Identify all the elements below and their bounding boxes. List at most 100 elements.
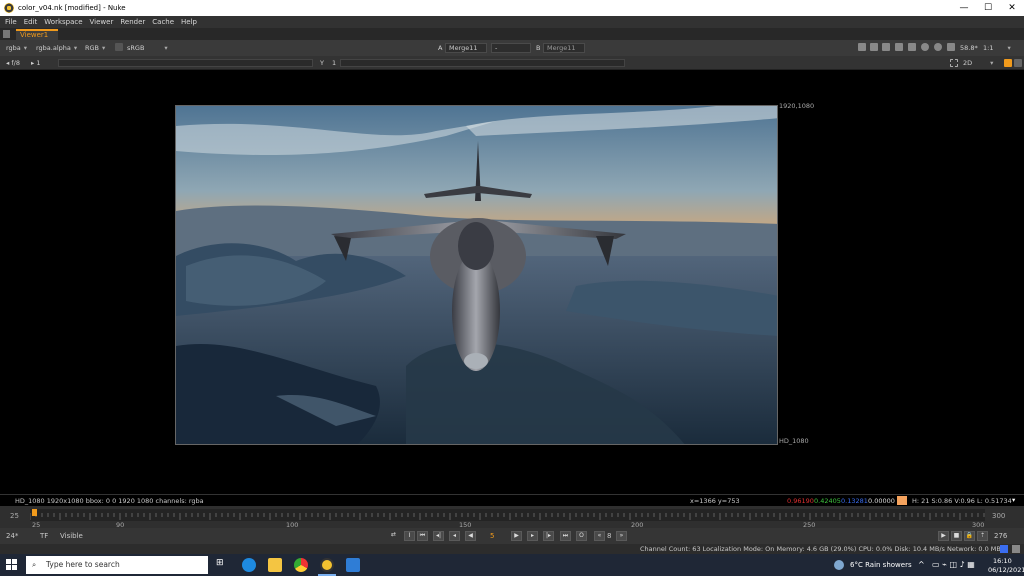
taskbar-search-box[interactable]: ⌕ Type here to search: [26, 556, 208, 574]
menu-edit[interactable]: Edit: [24, 18, 38, 26]
refresh-icon[interactable]: [921, 43, 929, 51]
menu-help[interactable]: Help: [181, 18, 197, 26]
tf-dropdown[interactable]: TF: [40, 532, 48, 540]
timeline: 25 25 90 100 150 200 250 300 300: [0, 506, 1024, 529]
tray-icons[interactable]: ▭ ⌁ ◫ ♪ ▦: [932, 560, 975, 569]
next-keyframe-button[interactable]: |▸: [543, 531, 554, 541]
in-point-button[interactable]: I: [404, 531, 415, 541]
visible-dropdown[interactable]: Visible: [60, 532, 83, 540]
edge-icon[interactable]: [242, 558, 256, 572]
pixel-color-swatch: [897, 496, 907, 505]
format-bottom-label: HD_1080: [779, 437, 809, 445]
skip-forward-button[interactable]: »: [616, 531, 627, 541]
lut-dropdown[interactable]: sRGB ▾: [127, 43, 168, 53]
cursor-coordinates: x=1366 y=753: [690, 497, 740, 505]
menu-bar: File Edit Workspace Viewer Render Cache …: [0, 16, 1024, 28]
timeline-scrubber[interactable]: [30, 509, 985, 521]
loop-mode-icon[interactable]: ⇄: [388, 531, 399, 541]
y-label: Y: [320, 59, 324, 67]
playhead-marker[interactable]: [32, 509, 37, 516]
last-frame-button[interactable]: ⏭: [560, 531, 571, 541]
paint-icon[interactable]: [1004, 59, 1012, 67]
viewer-playback-icon[interactable]: ▶: [938, 531, 949, 541]
skip-back-button[interactable]: «: [594, 531, 605, 541]
channels-dropdown[interactable]: rgba ▾: [6, 43, 27, 53]
gamma-slider[interactable]: [340, 59, 625, 67]
pixel-red-value: 0.96190: [787, 497, 814, 505]
frame-increment-field[interactable]: 8: [607, 532, 611, 540]
maximize-button[interactable]: ☐: [976, 0, 1000, 16]
roi-icon[interactable]: [858, 43, 866, 51]
fstop-control[interactable]: ◂ f/8: [6, 58, 20, 68]
prev-keyframe-button[interactable]: ◂|: [433, 531, 444, 541]
expand-icon[interactable]: [1014, 59, 1022, 67]
end-frame-field[interactable]: 276: [994, 532, 1007, 540]
b-input-dropdown[interactable]: Merge11: [543, 43, 585, 53]
timeline-in-point[interactable]: 25: [10, 512, 19, 520]
minimize-button[interactable]: —: [952, 0, 976, 16]
gain-slider[interactable]: [58, 59, 313, 67]
close-button[interactable]: ✕: [1000, 0, 1024, 16]
a-input-dropdown[interactable]: Merge11: [445, 43, 487, 53]
sync-icon[interactable]: ⇡: [977, 531, 988, 541]
wipe-icon[interactable]: [895, 43, 903, 51]
viewer-toolbar-bottom: ◂ f/8 ▸ 1 Y 1 2D ▾: [0, 56, 1024, 70]
windows-taskbar: ⌕ Type here to search ⊞ 6°C Rain showers…: [0, 554, 1024, 576]
a-input-label: A: [438, 44, 443, 52]
next-frame-button[interactable]: ▸: [527, 531, 538, 541]
menu-viewer[interactable]: Viewer: [90, 18, 114, 26]
alpha-dropdown[interactable]: rgba.alpha ▾: [36, 43, 77, 53]
guides-icon[interactable]: [870, 43, 878, 51]
clock-time[interactable]: 16:10: [993, 557, 1012, 565]
mask-icon[interactable]: [882, 43, 890, 51]
weather-text[interactable]: 6°C Rain showers: [850, 561, 912, 569]
roi-select-icon[interactable]: [950, 59, 958, 67]
file-explorer-icon[interactable]: [268, 558, 282, 572]
display-dropdown[interactable]: RGB ▾: [85, 43, 105, 53]
frame-control[interactable]: ▸ 1: [31, 58, 40, 68]
jet-over-clouds-image: [176, 106, 777, 444]
play-backward-button[interactable]: ◀: [465, 531, 476, 541]
search-placeholder: Type here to search: [46, 560, 120, 569]
status-menu-icon[interactable]: [1012, 545, 1020, 553]
menu-render[interactable]: Render: [120, 18, 145, 26]
prev-frame-button[interactable]: ◂: [449, 531, 460, 541]
timeline-out-point[interactable]: 300: [992, 512, 1005, 520]
compare-op-dropdown[interactable]: -: [491, 43, 531, 53]
app-taskbar-icon[interactable]: [346, 558, 360, 572]
viewer-toolbar-top: rgba ▾ rgba.alpha ▾ RGB ▾ sRGB ▾ A Merge11 -…: [0, 40, 1024, 56]
lut-icon: [115, 43, 123, 51]
format-info: HD_1080 1920x1080 bbox: 0 0 1920 1080 ch…: [15, 497, 204, 505]
viewer-mode-dropdown[interactable]: 2D ▾: [963, 58, 993, 68]
out-point-button[interactable]: O: [576, 531, 587, 541]
pause-icon[interactable]: [947, 43, 955, 51]
first-frame-button[interactable]: ⏮: [417, 531, 428, 541]
info-expand-icon[interactable]: ▾: [1012, 496, 1015, 504]
tab-viewer1[interactable]: Viewer1: [16, 29, 58, 40]
pane-menu-icon[interactable]: [3, 30, 10, 38]
status-indicator-icon: [1000, 545, 1008, 553]
gamma-value[interactable]: 1: [332, 58, 336, 68]
task-view-icon[interactable]: ⊞: [216, 558, 230, 572]
stop-icon[interactable]: ■: [951, 531, 962, 541]
status-text: Channel Count: 63 Localization Mode: On …: [640, 545, 1007, 553]
tray-chevron-icon[interactable]: ^: [918, 560, 925, 569]
start-button[interactable]: [6, 559, 18, 571]
clock-date[interactable]: 06/12/2021: [988, 566, 1024, 574]
nuke-app-icon: [4, 3, 14, 13]
zoom-dropdown[interactable]: 58.8*: [960, 43, 978, 53]
menu-file[interactable]: File: [5, 18, 17, 26]
menu-cache[interactable]: Cache: [152, 18, 174, 26]
current-frame-field[interactable]: 5: [490, 532, 494, 540]
pixel-green-value: 0.42405: [814, 497, 841, 505]
lock-range-icon[interactable]: 🔒: [964, 531, 975, 541]
lock-icon[interactable]: [934, 43, 942, 51]
play-forward-button[interactable]: ▶: [511, 531, 522, 541]
viewer-image: [175, 105, 778, 445]
nuke-taskbar-icon[interactable]: [320, 558, 334, 572]
display-icon[interactable]: [908, 43, 916, 51]
ratio-dropdown[interactable]: 1:1 ▾: [983, 43, 1011, 53]
chrome-icon[interactable]: [294, 558, 308, 572]
fps-dropdown[interactable]: 24*: [6, 532, 18, 540]
menu-workspace[interactable]: Workspace: [44, 18, 82, 26]
